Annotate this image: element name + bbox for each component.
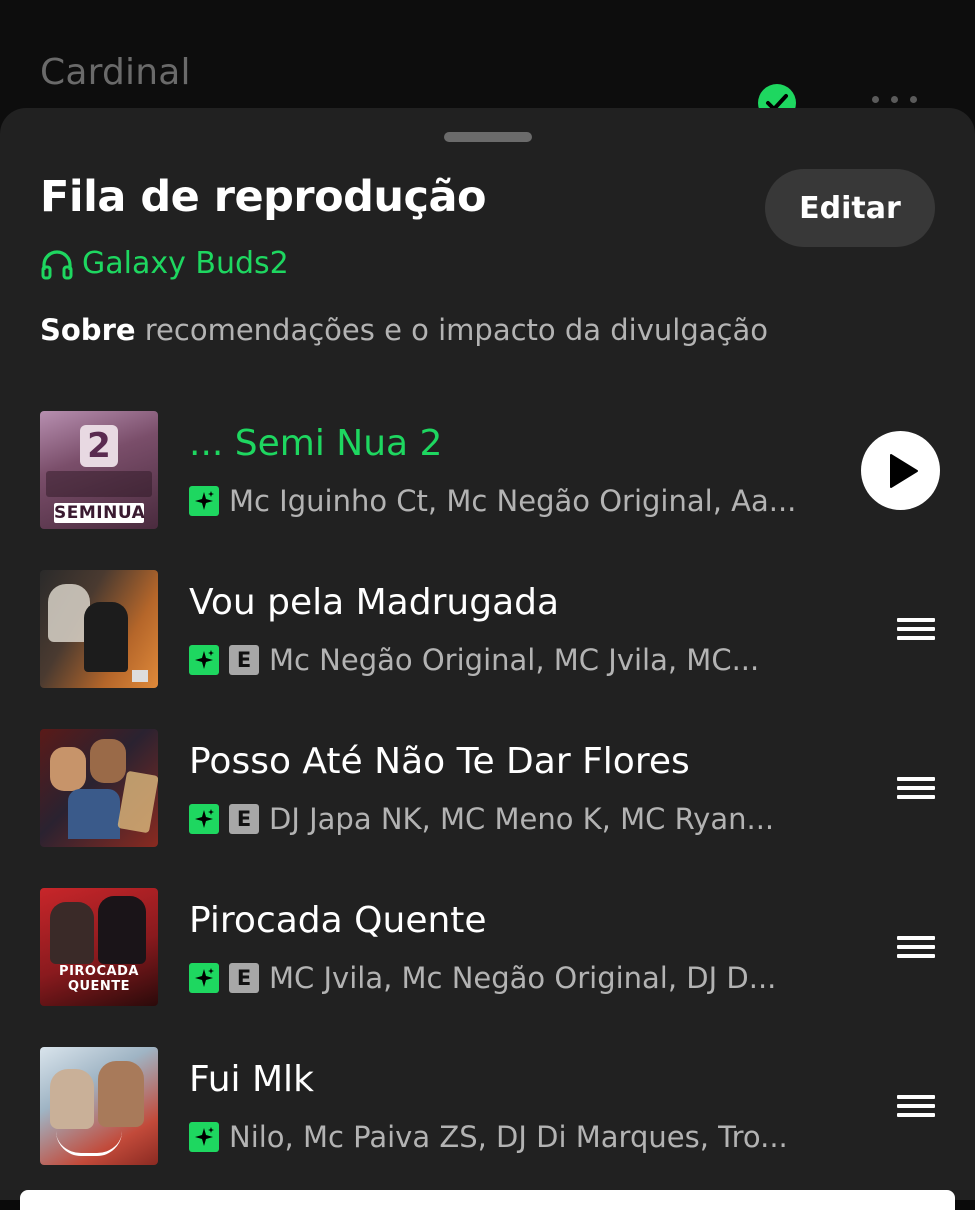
track-artists: MC Jvila, Mc Negão Original, DJ D... [269, 961, 777, 995]
explicit-badge: E [229, 645, 259, 675]
track-title: Pirocada Quente [189, 900, 487, 941]
sparkle-icon [189, 1122, 219, 1152]
play-icon [890, 454, 918, 488]
device-name: Galaxy Buds2 [82, 246, 289, 281]
queue-track[interactable]: Fui Mlk Nilo, Mc Paiva ZS, DJ Di Marques… [0, 1047, 975, 1167]
track-artists: Mc Negão Original, MC Jvila, MC... [269, 643, 760, 677]
track-meta: Mc Iguinho Ct, Mc Negão Original, Aa... [189, 483, 796, 519]
cover-text: SEMINUA [54, 503, 146, 523]
sparkle-icon [189, 963, 219, 993]
sparkle-icon [189, 645, 219, 675]
bottom-panel-edge [20, 1190, 955, 1210]
track-title: Fui Mlk [189, 1059, 314, 1100]
about-text: recomendações e o impacto da divulgação [135, 313, 768, 347]
track-meta: E DJ Japa NK, MC Meno K, MC Ryan... [189, 801, 774, 837]
track-artists: DJ Japa NK, MC Meno K, MC Ryan... [269, 802, 775, 836]
album-cover: 2 SEMINUA [40, 411, 158, 529]
sparkle-icon [189, 486, 219, 516]
explicit-badge: E [229, 804, 259, 834]
player-track-title: Cardinal [40, 52, 191, 93]
edit-button[interactable]: Editar [765, 169, 935, 247]
queue-track[interactable]: Posso Até Não Te Dar Flores E DJ Japa NK… [0, 729, 975, 849]
queue-track[interactable]: 2 SEMINUA ... Semi Nua 2 Mc Iguinho Ct, … [0, 411, 975, 531]
queue-title: Fila de reprodução [40, 172, 487, 222]
queue-track[interactable]: Vou pela Madrugada E Mc Negão Original, … [0, 570, 975, 690]
queue-track[interactable]: PIROCADA QUENTE Pirocada Quente E MC Jvi… [0, 888, 975, 1008]
track-title: Vou pela Madrugada [189, 582, 560, 623]
sheet-drag-handle[interactable] [444, 132, 532, 142]
drag-handle-icon[interactable] [897, 1095, 935, 1119]
more-options-icon[interactable] [872, 96, 917, 103]
about-bold: Sobre [40, 313, 136, 347]
cover-text: PIROCADA QUENTE [59, 964, 139, 994]
track-meta: E Mc Negão Original, MC Jvila, MC... [189, 642, 759, 678]
album-cover [40, 729, 158, 847]
sparkle-icon [189, 804, 219, 834]
about-recommendations-link[interactable]: Sobre recomendações e o impacto da divul… [40, 313, 768, 347]
track-meta: Nilo, Mc Paiva ZS, DJ Di Marques, Tro... [189, 1119, 788, 1155]
track-artists: Mc Iguinho Ct, Mc Negão Original, Aa... [229, 484, 797, 518]
queue-sheet: Fila de reprodução Editar Galaxy Buds2 S… [0, 108, 975, 1200]
drag-handle-icon[interactable] [897, 618, 935, 642]
explicit-badge: E [229, 963, 259, 993]
track-meta: E MC Jvila, Mc Negão Original, DJ D... [189, 960, 776, 996]
drag-handle-icon[interactable] [897, 777, 935, 801]
headphones-icon [41, 249, 73, 279]
track-title: ... Semi Nua 2 [189, 423, 443, 464]
track-title: Posso Até Não Te Dar Flores [189, 741, 690, 782]
track-artists: Nilo, Mc Paiva ZS, DJ Di Marques, Tro... [229, 1120, 788, 1154]
play-button[interactable] [861, 431, 940, 510]
connected-device[interactable]: Galaxy Buds2 [40, 246, 289, 281]
album-cover [40, 1047, 158, 1165]
drag-handle-icon[interactable] [897, 936, 935, 960]
album-cover: PIROCADA QUENTE [40, 888, 158, 1006]
album-cover [40, 570, 158, 688]
